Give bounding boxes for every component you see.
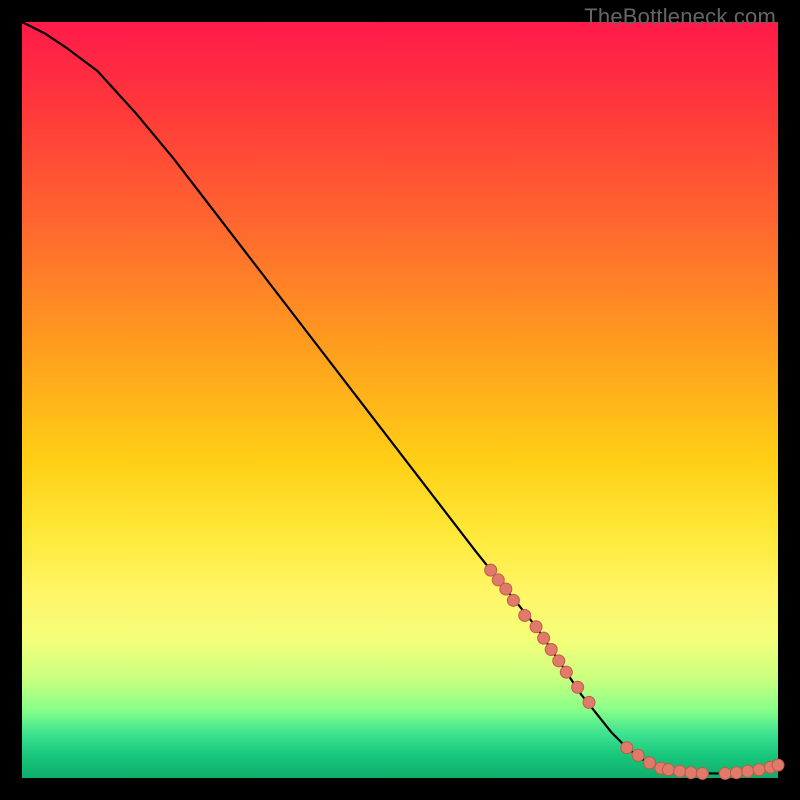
chart-marker (560, 666, 572, 678)
chart-marker (730, 767, 742, 779)
chart-marker (685, 767, 697, 779)
chart-marker (519, 609, 531, 621)
chart-marker (530, 621, 542, 633)
chart-marker (696, 767, 708, 779)
chart-marker (572, 681, 584, 693)
chart-marker (500, 583, 512, 595)
chart-marker (583, 696, 595, 708)
chart-marker (662, 764, 674, 776)
chart-marker (632, 749, 644, 761)
chart-marker (742, 765, 754, 777)
chart-marker (674, 765, 686, 777)
chart-marker (719, 767, 731, 779)
chart-markers (485, 564, 784, 779)
chart-marker (485, 564, 497, 576)
chart-marker (545, 643, 557, 655)
chart-marker (538, 632, 550, 644)
chart-marker (621, 742, 633, 754)
chart-overlay (22, 22, 778, 778)
chart-marker (553, 655, 565, 667)
chart-marker (772, 759, 784, 771)
chart-curve (22, 22, 778, 773)
chart-frame: TheBottleneck.com (0, 0, 800, 800)
chart-marker (753, 764, 765, 776)
chart-marker (507, 594, 519, 606)
chart-marker (643, 757, 655, 769)
